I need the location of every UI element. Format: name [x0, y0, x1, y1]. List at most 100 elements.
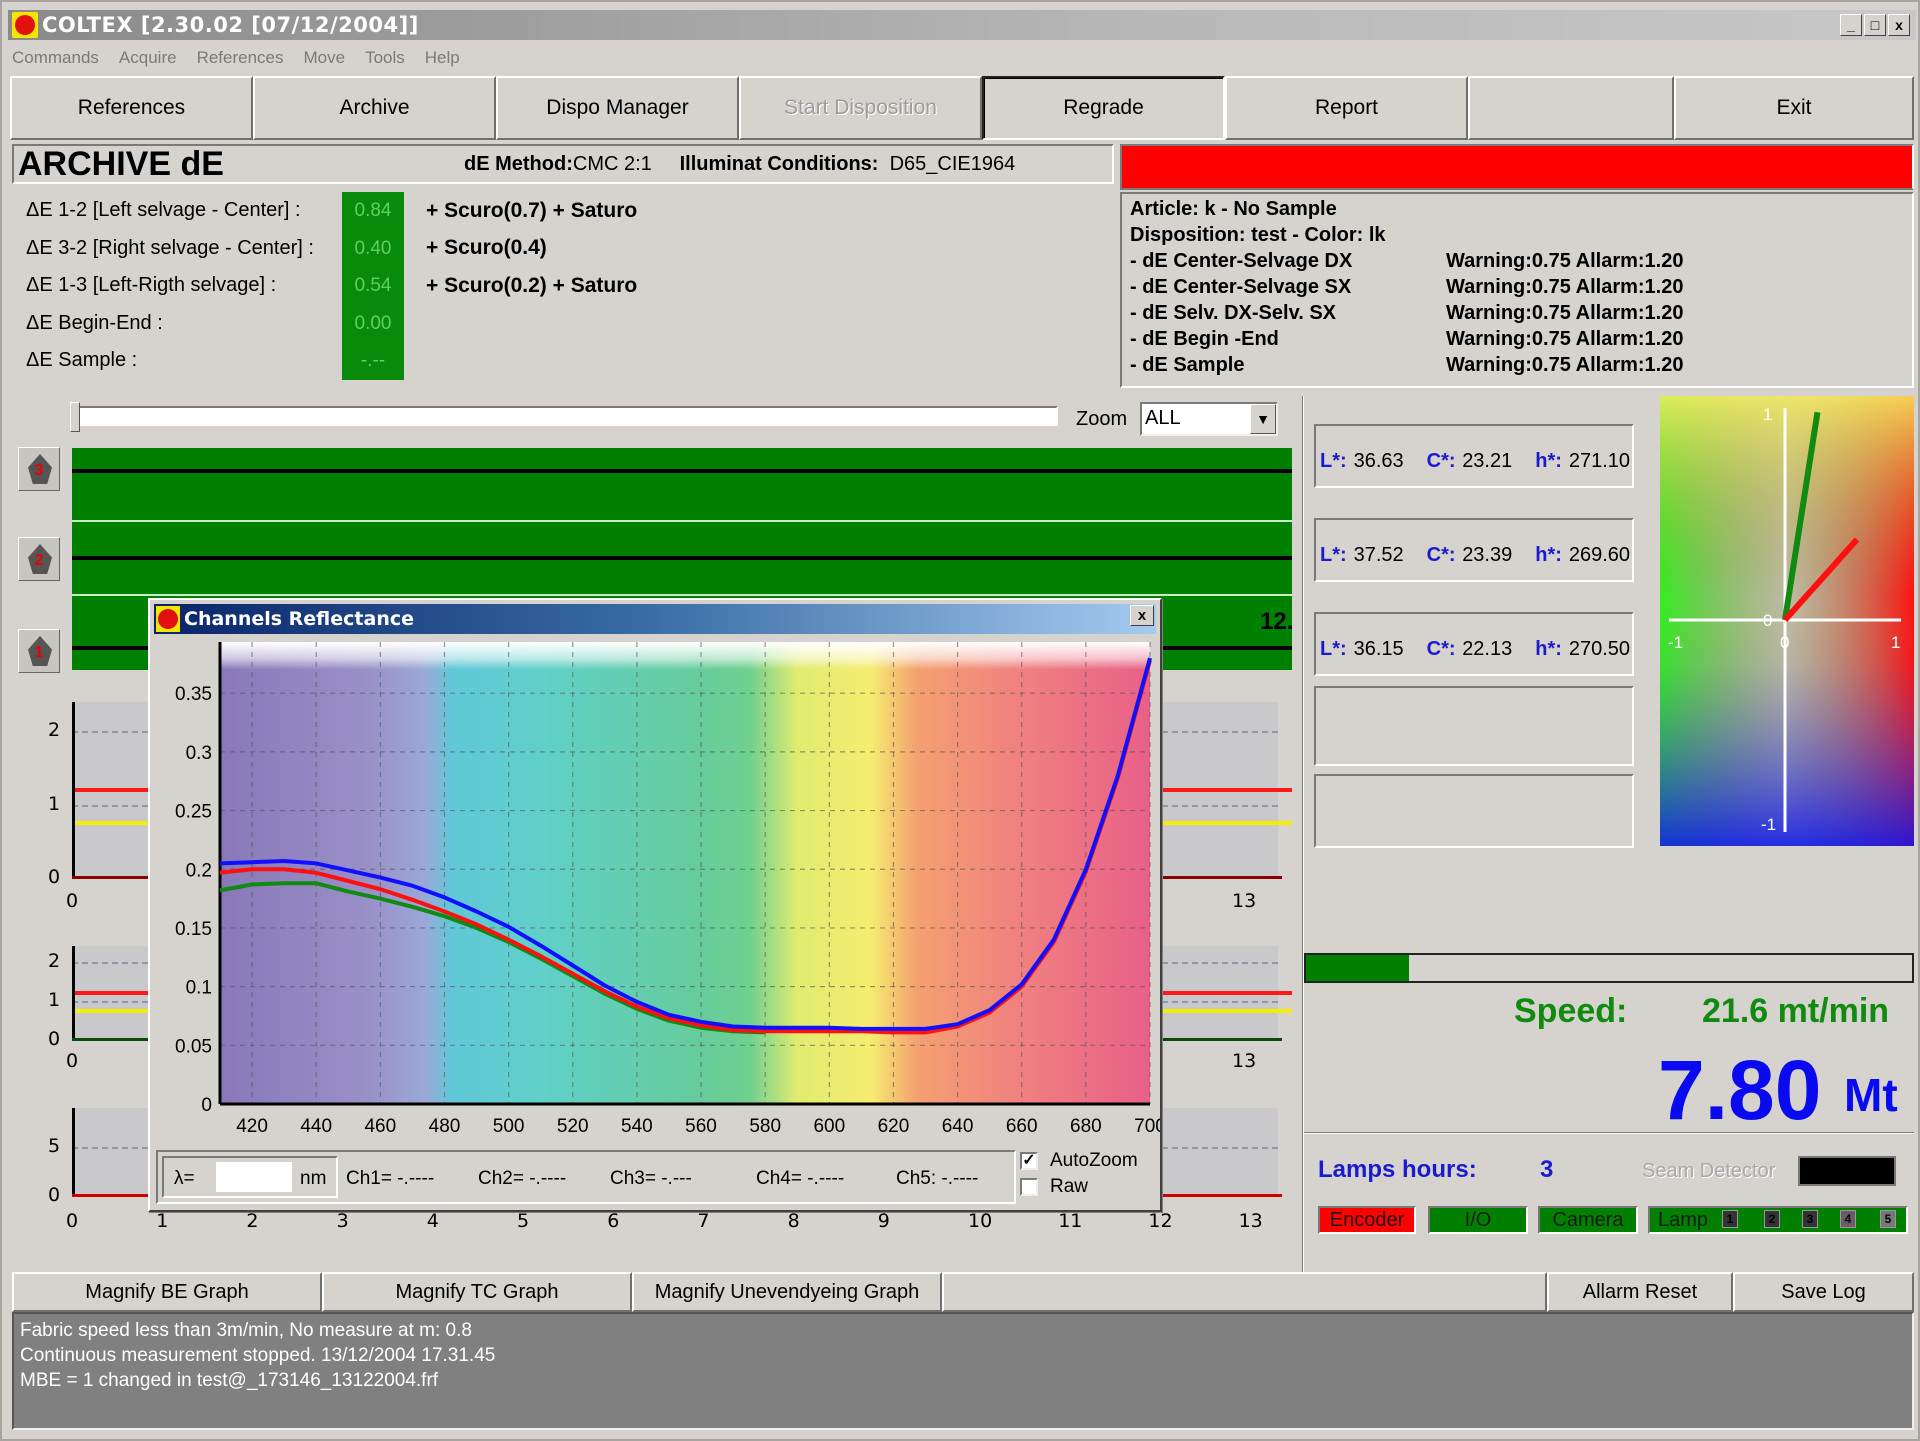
h-value: 270.50 — [1568, 638, 1630, 660]
y-tick-label: 0 — [1763, 611, 1772, 630]
y-tick-label: 2 — [48, 949, 61, 972]
menu-move[interactable]: Move — [304, 48, 346, 68]
page-title: ARCHIVE dE — [18, 144, 224, 183]
window-controls: _ □ x — [1840, 14, 1910, 36]
channel-2-button[interactable]: 2 — [18, 537, 60, 581]
lambda-unit: nm — [300, 1168, 327, 1189]
menu-acquire[interactable]: Acquire — [119, 48, 177, 68]
position-slider-thumb[interactable] — [70, 402, 80, 432]
y-axis — [72, 702, 75, 878]
l-value: 36.63 — [1353, 450, 1404, 472]
maximize-button[interactable]: □ — [1864, 14, 1886, 36]
close-button[interactable]: x — [1888, 14, 1910, 36]
x-tick-label: 13 — [1238, 1210, 1263, 1232]
x-tick-label: 13 — [1232, 890, 1257, 912]
zoom-select[interactable]: ALL ▼ — [1140, 402, 1278, 436]
window-title: COLTEX [2.30.02 [07/12/2004]] — [42, 13, 419, 37]
regrade-button[interactable]: Regrade — [982, 76, 1225, 140]
exit-button[interactable]: Exit — [1674, 76, 1914, 140]
l-value: 37.52 — [1353, 544, 1404, 566]
blank-toolbar-button[interactable] — [1468, 76, 1674, 140]
y-axis — [72, 946, 75, 1040]
ch1-readout: Ch1= -.---- — [346, 1168, 435, 1189]
channel-1-button[interactable]: 1 — [18, 629, 60, 673]
lch-readout-box: L*: 36.15 C*: 22.13 h*: 270.50 — [1314, 612, 1634, 676]
lch-readout-box: L*: 37.52 C*: 23.39 h*: 269.60 — [1314, 518, 1634, 582]
delta-e-value: 0.00 — [342, 304, 404, 342]
channel-strip-3 — [72, 448, 1292, 520]
autozoom-checkbox[interactable]: ✓ AutoZoom — [1020, 1150, 1138, 1172]
lamp-3-indicator: 3 — [1802, 1210, 1818, 1228]
hue-angle-plot: -1 0 1 1 0 -1 — [1660, 396, 1914, 846]
toolbar: References Archive Dispo Manager Start D… — [10, 76, 1914, 140]
y-tick-label: 1 — [1763, 405, 1772, 424]
blank-bottom-button[interactable] — [942, 1272, 1547, 1312]
lambda-box: λ= nm — [162, 1156, 338, 1198]
x-tick-label: 620 — [878, 1116, 910, 1137]
delta-e-row: ΔE 3-2 [Right selvage - Center] :0.40 + S… — [26, 229, 637, 267]
save-log-button[interactable]: Save Log — [1733, 1272, 1914, 1312]
check-icon[interactable]: ✓ — [1020, 1152, 1038, 1170]
channel-3-button[interactable]: 3 — [18, 447, 60, 491]
alarm-reset-button[interactable]: Allarm Reset — [1547, 1272, 1733, 1312]
x-tick-label: 4 — [426, 1210, 439, 1232]
references-button[interactable]: References — [10, 76, 253, 140]
c-label: C*: — [1426, 450, 1456, 472]
delta-e-row: ΔE 1-2 [Left selvage - Center] :0.84 + Sc… — [26, 192, 637, 230]
dialog-close-button[interactable]: x — [1130, 605, 1154, 626]
dialog-title-bar[interactable]: Channels Reflectance — [154, 604, 1156, 634]
x-tick-label: 0 — [1780, 633, 1789, 652]
delta-e-row: ΔE Begin-End :0.00 — [26, 304, 637, 342]
app-logo-icon — [12, 12, 38, 38]
x-tick-label: 12 — [1148, 1210, 1173, 1232]
delta-e-value: 0.84 — [342, 192, 404, 230]
position-slider-track[interactable] — [72, 406, 1058, 426]
disposition-line: Disposition: test - Color: lk — [1130, 224, 1386, 246]
lamp-5-indicator: 5 — [1880, 1210, 1896, 1228]
ch4-readout: Ch4= -.---- — [756, 1168, 845, 1189]
x-tick-label: 420 — [236, 1116, 268, 1137]
io-status: I/O — [1428, 1206, 1528, 1234]
raw-checkbox[interactable]: Raw — [1020, 1176, 1088, 1198]
magnify-be-graph-button[interactable]: Magnify BE Graph — [12, 1272, 322, 1312]
x-tick-label: 440 — [300, 1116, 332, 1137]
x-tick-label: -1 — [1668, 633, 1683, 652]
article-info-panel: Article: k - No Sample Disposition: test… — [1120, 192, 1914, 388]
log-line: MBE = 1 changed in test@_173146_13122004… — [20, 1370, 439, 1391]
x-tick-label: 700 — [1134, 1116, 1160, 1137]
checkbox-empty[interactable] — [1020, 1178, 1038, 1196]
x-tick-label: 7 — [697, 1210, 710, 1232]
app-logo-icon — [156, 606, 180, 632]
c-value: 23.21 — [1462, 450, 1513, 472]
channel-strip-2 — [72, 522, 1292, 594]
start-disposition-button[interactable]: Start Disposition — [739, 76, 982, 140]
menu-tools[interactable]: Tools — [365, 48, 405, 68]
magnify-tc-graph-button[interactable]: Magnify TC Graph — [322, 1272, 632, 1312]
report-button[interactable]: Report — [1225, 76, 1468, 140]
log-line: Fabric speed less than 3m/min, No measur… — [20, 1320, 472, 1341]
x-tick-label: 3 — [336, 1210, 349, 1232]
dispo-manager-button[interactable]: Dispo Manager — [496, 76, 739, 140]
menu-references[interactable]: References — [197, 48, 284, 68]
lambda-input[interactable] — [216, 1162, 292, 1192]
lambda-label: λ= — [174, 1168, 195, 1189]
menu-commands[interactable]: Commands — [12, 48, 99, 68]
menu-help[interactable]: Help — [425, 48, 460, 68]
y-tick-label: 0 — [48, 866, 61, 888]
c-label: C*: — [1426, 638, 1456, 660]
threshold-row: - dE Sample Warning:0.75 Allarm:1.20 — [1130, 354, 1684, 376]
magnify-unevendyeing-graph-button[interactable]: Magnify Unevendyeing Graph — [632, 1272, 942, 1312]
x-tick-label: 0 — [66, 1210, 79, 1232]
strip-position-label: 12. — [1260, 608, 1294, 635]
delta-e-value: 0.54 — [342, 267, 404, 305]
divider — [1304, 1132, 1914, 1134]
minimize-button[interactable]: _ — [1840, 14, 1862, 36]
h-value: 271.10 — [1568, 450, 1630, 472]
y-tick-label: 0.3 — [186, 743, 212, 764]
l-label: L*: — [1320, 544, 1347, 566]
archive-button[interactable]: Archive — [253, 76, 496, 140]
chevron-down-icon[interactable]: ▼ — [1250, 404, 1276, 434]
c-label: C*: — [1426, 544, 1456, 566]
delta-e-value: 0.40 — [342, 229, 404, 267]
y-tick-label: 0 — [48, 1184, 61, 1206]
